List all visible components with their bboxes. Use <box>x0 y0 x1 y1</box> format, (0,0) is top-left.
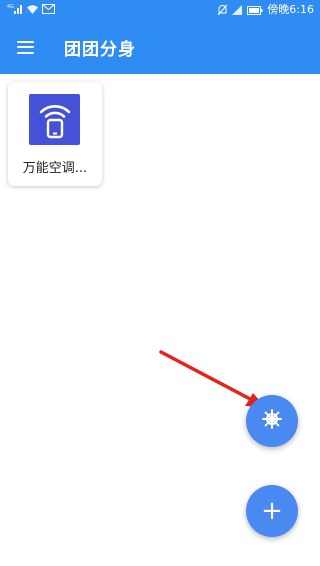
svg-text:4G: 4G <box>7 4 14 10</box>
wifi-phone-icon <box>29 94 80 145</box>
mail-icon <box>42 4 55 14</box>
add-app-button[interactable]: + <box>246 485 298 537</box>
plus-icon: + <box>261 496 283 526</box>
status-time: 傍晚6:16 <box>267 3 314 16</box>
signal-icon: 4G <box>7 3 23 15</box>
status-bar-right: 傍晚6:16 <box>217 3 314 17</box>
hamburger-menu-icon <box>16 40 34 54</box>
status-bar: 4G 傍晚6:16 <box>0 0 320 20</box>
app-bar: 团团分身 <box>0 20 320 74</box>
menu-button[interactable] <box>8 30 42 64</box>
battery-icon <box>247 5 263 15</box>
mute-bell-icon <box>217 4 228 16</box>
app-tile-label: 万能空调... <box>22 161 88 176</box>
app-tile[interactable]: 万能空调... <box>8 82 102 186</box>
ship-wheel-icon <box>262 409 282 433</box>
wifi-icon <box>26 4 39 15</box>
wifi-signal-icon <box>232 4 243 16</box>
status-bar-left: 4G <box>7 3 55 15</box>
page-title: 团团分身 <box>64 40 136 60</box>
wheel-fab-button[interactable] <box>246 395 298 447</box>
